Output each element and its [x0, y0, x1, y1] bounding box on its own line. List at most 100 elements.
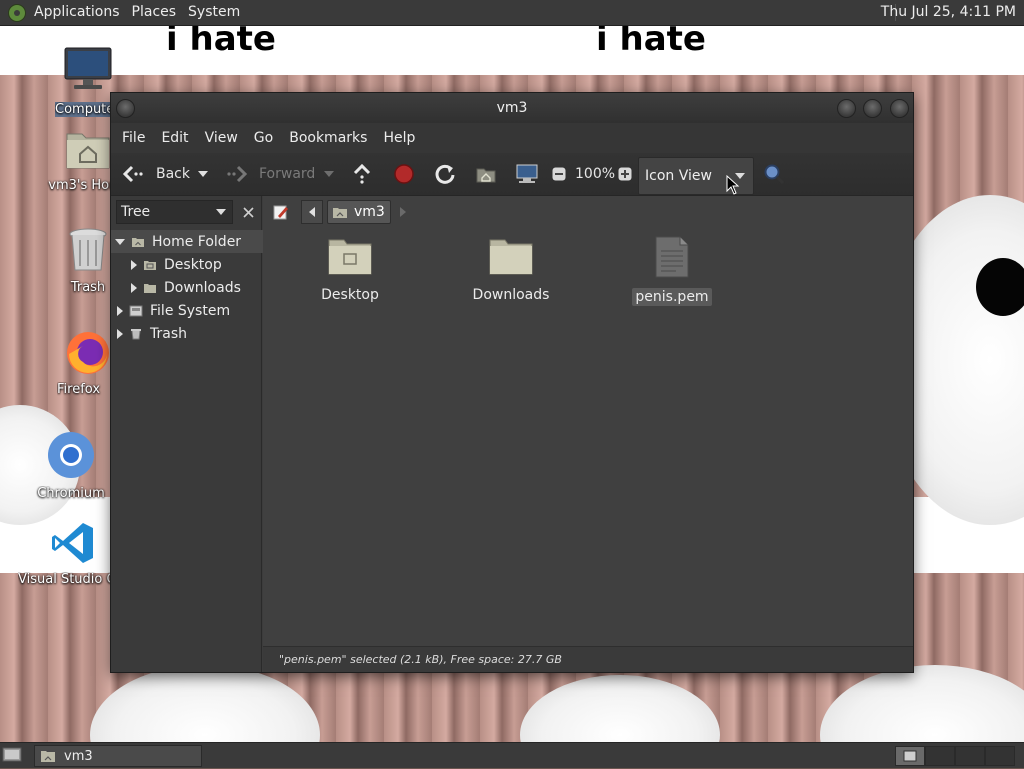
workspace-4[interactable] [985, 746, 1015, 766]
zoom-in-button[interactable] [618, 153, 632, 195]
mate-logo-icon[interactable] [8, 3, 26, 22]
breadcrumb-vm3[interactable]: vm3 [327, 200, 391, 224]
edit-location-icon [273, 205, 288, 220]
desktop-icon-label: Computer [55, 102, 110, 117]
system-menu[interactable]: System [182, 0, 246, 25]
zoom-out-button[interactable] [552, 153, 566, 195]
sidebar-mode-select[interactable]: Tree [116, 200, 233, 224]
search-icon [764, 164, 785, 185]
home-folder-icon [333, 207, 347, 218]
expander-collapsed-icon[interactable] [117, 328, 123, 339]
edit-location-button[interactable] [269, 201, 293, 223]
computer-button[interactable] [515, 153, 539, 195]
maximize-button[interactable] [863, 99, 882, 118]
tree-item-trash[interactable]: Trash [117, 322, 187, 345]
workspace-3[interactable] [955, 746, 985, 766]
reload-button[interactable] [434, 153, 456, 195]
wallpaper-fluff [520, 675, 720, 743]
trash-icon [69, 228, 107, 271]
file-grid: Desktop Downloads penis.pem [263, 228, 913, 646]
up-arrow-icon [353, 163, 371, 184]
desktop-folder-icon [144, 260, 156, 270]
tree-item-desktop[interactable]: Desktop [131, 253, 222, 276]
taskbar-item-vm3[interactable]: vm3 [34, 745, 202, 767]
stop-button[interactable] [393, 153, 415, 195]
desktop-icon-label: Chromium [37, 486, 105, 501]
tree-item-home-folder[interactable]: Home Folder [111, 230, 265, 253]
places-menu[interactable]: Places [126, 0, 183, 25]
search-button[interactable] [763, 153, 785, 195]
menu-edit[interactable]: Edit [153, 123, 196, 153]
folder-icon [489, 239, 533, 275]
close-button[interactable] [890, 99, 909, 118]
path-scroll-right-button[interactable] [395, 201, 411, 223]
file-view: vm3 Desktop Downloads penis.pem "penis.p… [263, 196, 913, 672]
location-bar: vm3 [263, 196, 913, 228]
chevron-down-icon [216, 209, 226, 215]
desktop-icon-chromium[interactable]: Chromium [16, 430, 126, 501]
chevron-down-icon [198, 171, 208, 177]
chevron-left-icon [309, 207, 315, 217]
expander-collapsed-icon[interactable] [131, 282, 137, 293]
desktop-folder-icon [328, 239, 372, 275]
menu-go[interactable]: Go [246, 123, 281, 153]
chevron-down-icon [324, 171, 334, 177]
path-scroll-left-button[interactable] [301, 200, 323, 224]
back-history-dropdown[interactable] [198, 153, 208, 195]
minimize-button[interactable] [837, 99, 856, 118]
forward-label: Forward [259, 166, 316, 182]
window-titlebar[interactable]: vm3 [111, 93, 913, 123]
chevron-right-icon [399, 207, 406, 217]
expander-collapsed-icon[interactable] [117, 305, 123, 316]
home-folder-icon [476, 168, 496, 183]
up-button[interactable] [352, 153, 372, 195]
tree-item-file-system[interactable]: File System [117, 299, 230, 322]
wallpaper-fluff [90, 665, 320, 743]
menu-file[interactable]: File [114, 123, 153, 153]
tree-item-label: Trash [150, 325, 187, 342]
wallpaper-eye [976, 258, 1024, 316]
back-button[interactable]: Back [122, 153, 190, 195]
expander-collapsed-icon[interactable] [131, 259, 137, 270]
home-folder-icon [66, 133, 110, 169]
bottom-panel: vm3 [0, 742, 1024, 768]
wallpaper-fluff [820, 665, 1024, 743]
menu-bookmarks[interactable]: Bookmarks [281, 123, 375, 153]
reload-icon [435, 164, 455, 184]
document-file-icon [655, 236, 689, 278]
wallpaper-caption-band [0, 25, 1024, 75]
forward-arrow-icon [227, 165, 248, 183]
file-item-penis-pem[interactable]: penis.pem [617, 236, 727, 306]
zoom-level[interactable]: 100% [575, 153, 615, 195]
window-title: vm3 [496, 100, 528, 116]
workspace-2[interactable] [925, 746, 955, 766]
forward-history-dropdown[interactable] [324, 153, 334, 195]
zoom-in-icon [618, 167, 632, 181]
file-label: Desktop [321, 287, 379, 303]
clock[interactable]: Thu Jul 25, 4:11 PM [881, 0, 1016, 25]
forward-button[interactable]: Forward [226, 153, 315, 195]
back-arrow-icon [122, 165, 143, 183]
applications-menu[interactable]: Applications [28, 0, 126, 25]
menu-help[interactable]: Help [375, 123, 423, 153]
tree-item-label: Desktop [164, 256, 222, 273]
menubar: File Edit View Go Bookmarks Help [111, 123, 913, 153]
tree-item-downloads[interactable]: Downloads [131, 276, 241, 299]
home-button[interactable] [475, 153, 497, 195]
close-icon [242, 206, 254, 218]
expander-expanded-icon[interactable] [115, 238, 125, 245]
tree-item-label: File System [150, 302, 231, 319]
top-panel-menu: Applications Places System [28, 0, 246, 25]
computer-icon [516, 164, 538, 183]
chromium-icon [48, 432, 94, 478]
file-item-desktop[interactable]: Desktop [295, 236, 405, 304]
workspace-1[interactable] [895, 746, 925, 766]
show-desktop-icon [2, 747, 22, 762]
menu-view[interactable]: View [197, 123, 246, 153]
close-sidebar-button[interactable] [239, 203, 257, 221]
file-label: Downloads [472, 287, 550, 303]
show-desktop-button[interactable] [2, 746, 22, 764]
file-item-downloads[interactable]: Downloads [456, 236, 566, 304]
file-label: penis.pem [632, 288, 712, 306]
desktop-icon-label: Visual Studio Code [18, 572, 110, 587]
